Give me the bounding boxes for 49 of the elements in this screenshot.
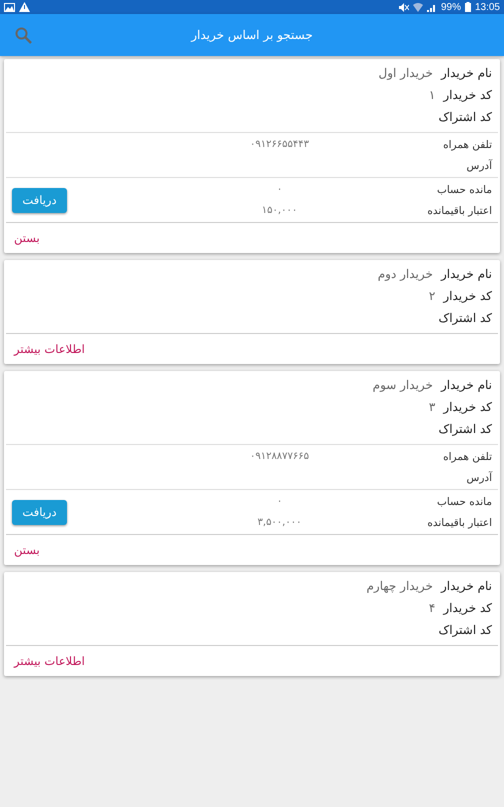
customer-code: ۴ [428,601,436,615]
field-label: اعتبار باقیمانده [426,204,492,216]
field-label: تلفن همراه [442,138,492,150]
field-label: کد اشتراک [438,110,492,124]
customer-name: خریدار سوم [372,378,433,392]
field-label: کد خریدار [443,88,492,102]
toggle-link[interactable]: اطلاعات بیشتر [14,654,85,668]
field-label: نام خریدار [440,267,492,281]
field-label: کد خریدار [443,601,492,615]
field-label: مانده حساب [436,496,492,508]
signal-icon [426,2,437,12]
field-label: نام خریدار [440,579,492,593]
field-label: نام خریدار [440,378,492,392]
image-icon [4,2,15,12]
toggle-link[interactable]: بستن [14,231,40,245]
search-icon[interactable] [15,26,32,44]
credit-value: ۱۵۰,۰۰۰ [262,205,298,216]
field-label: کد خریدار [443,289,492,303]
field-label: کد اشتراک [438,311,492,325]
mute-icon [398,2,409,12]
phone-number: ۰۹۱۲۸۸۷۷۶۶۵ [250,451,310,462]
field-label: اعتبار باقیمانده [426,516,492,528]
field-label: کد خریدار [443,400,492,414]
wifi-icon [412,2,423,12]
clock: 13:05 [474,2,500,12]
toggle-link[interactable]: بستن [14,543,40,557]
balance-value: ۰ [276,496,282,507]
receive-button[interactable]: دریافت [12,500,67,524]
battery-percent: 99% [440,2,461,12]
field-label: آدرس [466,160,492,172]
balance-value: ۰ [276,184,282,195]
field-label: کد اشتراک [438,422,492,436]
field-label: تلفن همراه [442,450,492,462]
credit-value: ۳,۵۰۰,۰۰۰ [258,517,302,528]
field-label: آدرس [466,472,492,484]
customer-code: ۱ [428,88,436,102]
battery-icon [464,2,471,12]
receive-button[interactable]: دریافت [12,188,67,212]
field-label: کد اشتراک [438,623,492,637]
toggle-link[interactable]: اطلاعات بیشتر [14,342,85,356]
field-label: نام خریدار [440,66,492,80]
customer-name: خریدار دوم [378,267,433,281]
customer-name: خریدار اول [378,66,433,80]
app-title: جستجو بر اساس خریدار [191,28,313,42]
phone-number: ۰۹۱۲۶۶۵۵۴۴۳ [250,139,310,150]
field-label: مانده حساب [436,184,492,196]
customer-code: ۲ [428,289,436,303]
customer-name: خریدار چهارم [366,579,433,593]
customer-code: ۳ [428,400,436,414]
